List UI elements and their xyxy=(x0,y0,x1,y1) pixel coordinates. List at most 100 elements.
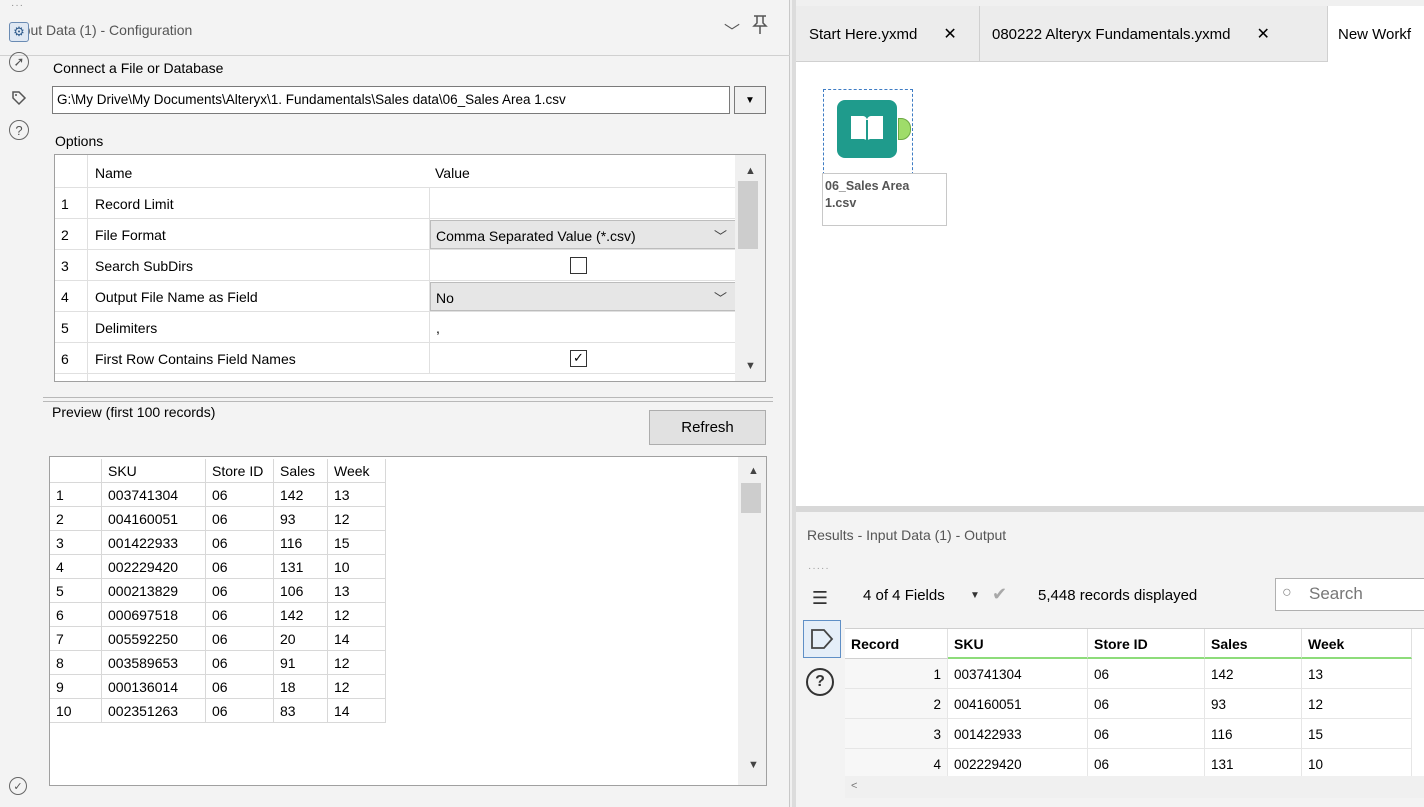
results-header-cell[interactable]: Store ID xyxy=(1088,629,1205,659)
preview-cell: 06 xyxy=(206,579,274,603)
preview-cell: 06 xyxy=(206,531,274,555)
results-cell[interactable]: 15 xyxy=(1302,719,1412,749)
preview-header-cell[interactable]: Store ID xyxy=(206,459,274,483)
record-number-cell[interactable]: 1 xyxy=(845,659,948,689)
preview-cell: 12 xyxy=(328,675,386,699)
option-value-cell: No ﹀ xyxy=(429,281,736,312)
preview-cell: 2 xyxy=(50,507,102,531)
preview-cell: 131 xyxy=(274,555,328,579)
results-header-cell[interactable]: Sales xyxy=(1205,629,1302,659)
first-row-field-names-checkbox[interactable]: ✓ xyxy=(570,350,587,367)
navigate-icon[interactable]: ➚ xyxy=(9,52,29,72)
option-row-delimiters: 5 Delimiters , xyxy=(55,312,735,343)
search-placeholder: Search xyxy=(1309,584,1363,603)
preview-header-cell[interactable] xyxy=(50,459,102,483)
tab-alteryx-fundamentals[interactable]: 080222 Alteryx Fundamentals.yxmd ✕ xyxy=(980,6,1328,62)
results-header-cell[interactable]: Record xyxy=(845,629,948,659)
preview-scrollbar[interactable]: ▲ ▼ xyxy=(738,457,766,785)
book-icon[interactable] xyxy=(837,100,897,158)
preview-cell: 8 xyxy=(50,651,102,675)
close-icon[interactable]: ✕ xyxy=(943,24,956,44)
results-cell[interactable]: 003741304 xyxy=(948,659,1088,689)
delimiters-input[interactable]: , xyxy=(429,312,735,343)
search-subdirs-checkbox[interactable] xyxy=(570,257,587,274)
tab-new-workflow[interactable]: New Workf xyxy=(1328,6,1424,62)
close-icon[interactable]: ✕ xyxy=(1256,24,1269,44)
file-path-input[interactable]: G:\My Drive\My Documents\Alteryx\1. Fund… xyxy=(52,86,730,114)
fields-count[interactable]: 4 of 4 Fields xyxy=(863,587,945,604)
results-cell[interactable]: 13 xyxy=(1302,659,1412,689)
option-name: Output File Name as Field xyxy=(95,289,258,305)
file-format-select[interactable]: Comma Separated Value (*.csv) ﹀ xyxy=(430,220,736,249)
chevron-down-icon[interactable]: ﹀ xyxy=(724,18,740,42)
results-cell[interactable]: 06 xyxy=(1088,659,1205,689)
results-cell[interactable]: 10 xyxy=(1302,749,1412,779)
scroll-up-icon[interactable]: ▲ xyxy=(748,465,759,477)
preview-label: Preview (first 100 records) xyxy=(52,404,216,420)
option-num: 4 xyxy=(61,289,69,305)
tab-label: New Workf xyxy=(1338,25,1412,43)
check-icon[interactable]: ✓ xyxy=(9,777,27,795)
preview-row: 7 005592250 06 20 14 xyxy=(50,627,386,651)
scroll-up-icon[interactable]: ▲ xyxy=(745,165,756,177)
option-row-file-format: 2 File Format Comma Separated Value (*.c… xyxy=(55,219,736,250)
refresh-button[interactable]: Refresh xyxy=(649,410,766,445)
help-icon[interactable]: ? xyxy=(9,120,29,140)
results-cell[interactable]: 116 xyxy=(1205,719,1302,749)
option-row-record-limit: 1 Record Limit xyxy=(55,188,735,219)
results-cell[interactable]: 131 xyxy=(1205,749,1302,779)
preview-cell: 001422933 xyxy=(102,531,206,555)
record-number-cell[interactable]: 2 xyxy=(845,689,948,719)
scroll-down-icon[interactable]: ▼ xyxy=(745,360,756,372)
option-num: 6 xyxy=(61,351,69,367)
scroll-thumb[interactable] xyxy=(741,483,761,513)
scroll-left-icon[interactable]: < xyxy=(851,780,857,792)
preview-cell: 116 xyxy=(274,531,328,555)
drag-handle-icon[interactable]: ····· xyxy=(808,563,830,574)
scroll-down-icon[interactable]: ▼ xyxy=(748,759,759,771)
preview-cell: 91 xyxy=(274,651,328,675)
record-number-cell[interactable]: 4 xyxy=(845,749,948,779)
scroll-thumb[interactable] xyxy=(738,181,758,249)
results-cell[interactable]: 06 xyxy=(1088,719,1205,749)
results-cell[interactable]: 12 xyxy=(1302,689,1412,719)
preview-cell: 002229420 xyxy=(102,555,206,579)
results-header-cell[interactable]: Week xyxy=(1302,629,1412,659)
panel-splitter[interactable] xyxy=(43,397,773,402)
results-cell[interactable]: 142 xyxy=(1205,659,1302,689)
gear-icon[interactable]: ⚙ xyxy=(9,22,29,42)
horizontal-scrollbar[interactable] xyxy=(845,776,1424,798)
option-num: 1 xyxy=(61,196,69,212)
help-icon[interactable]: ? xyxy=(806,668,834,696)
results-cell[interactable]: 001422933 xyxy=(948,719,1088,749)
preview-header-cell[interactable]: Sales xyxy=(274,459,328,483)
results-header-cell[interactable]: SKU xyxy=(948,629,1088,659)
tab-start-here[interactable]: Start Here.yxmd ✕ xyxy=(796,6,980,62)
drag-handle-icon[interactable]: ··· xyxy=(11,0,24,11)
preview-row: 5 000213829 06 106 13 xyxy=(50,579,386,603)
preview-cell: 000136014 xyxy=(102,675,206,699)
preview-header-cell[interactable]: SKU xyxy=(102,459,206,483)
record-limit-input[interactable] xyxy=(429,188,735,219)
output-file-name-select[interactable]: No ﹀ xyxy=(430,282,736,311)
tag-icon[interactable] xyxy=(803,620,841,658)
record-number-cell[interactable]: 3 xyxy=(845,719,948,749)
option-name: First Row Contains Field Names xyxy=(95,351,296,367)
tag-icon[interactable] xyxy=(9,88,29,108)
results-cell[interactable]: 93 xyxy=(1205,689,1302,719)
options-scrollbar[interactable]: ▲ ▼ xyxy=(735,155,765,381)
list-icon[interactable]: ☰ xyxy=(808,584,832,612)
file-dropdown-button[interactable]: ▼ xyxy=(734,86,766,114)
results-title: Results - Input Data (1) - Output xyxy=(807,527,1007,543)
chevron-down-icon[interactable]: ▼ xyxy=(970,590,980,601)
results-cell[interactable]: 004160051 xyxy=(948,689,1088,719)
preview-header-cell[interactable]: Week xyxy=(328,459,386,483)
preview-row: 4 002229420 06 131 10 xyxy=(50,555,386,579)
preview-cell: 06 xyxy=(206,555,274,579)
option-row-search-subdirs: 3 Search SubDirs xyxy=(55,250,735,281)
results-cell[interactable]: 002229420 xyxy=(948,749,1088,779)
pin-icon[interactable] xyxy=(752,15,768,40)
preview-cell: 9 xyxy=(50,675,102,699)
results-cell[interactable]: 06 xyxy=(1088,689,1205,719)
results-cell[interactable]: 06 xyxy=(1088,749,1205,779)
